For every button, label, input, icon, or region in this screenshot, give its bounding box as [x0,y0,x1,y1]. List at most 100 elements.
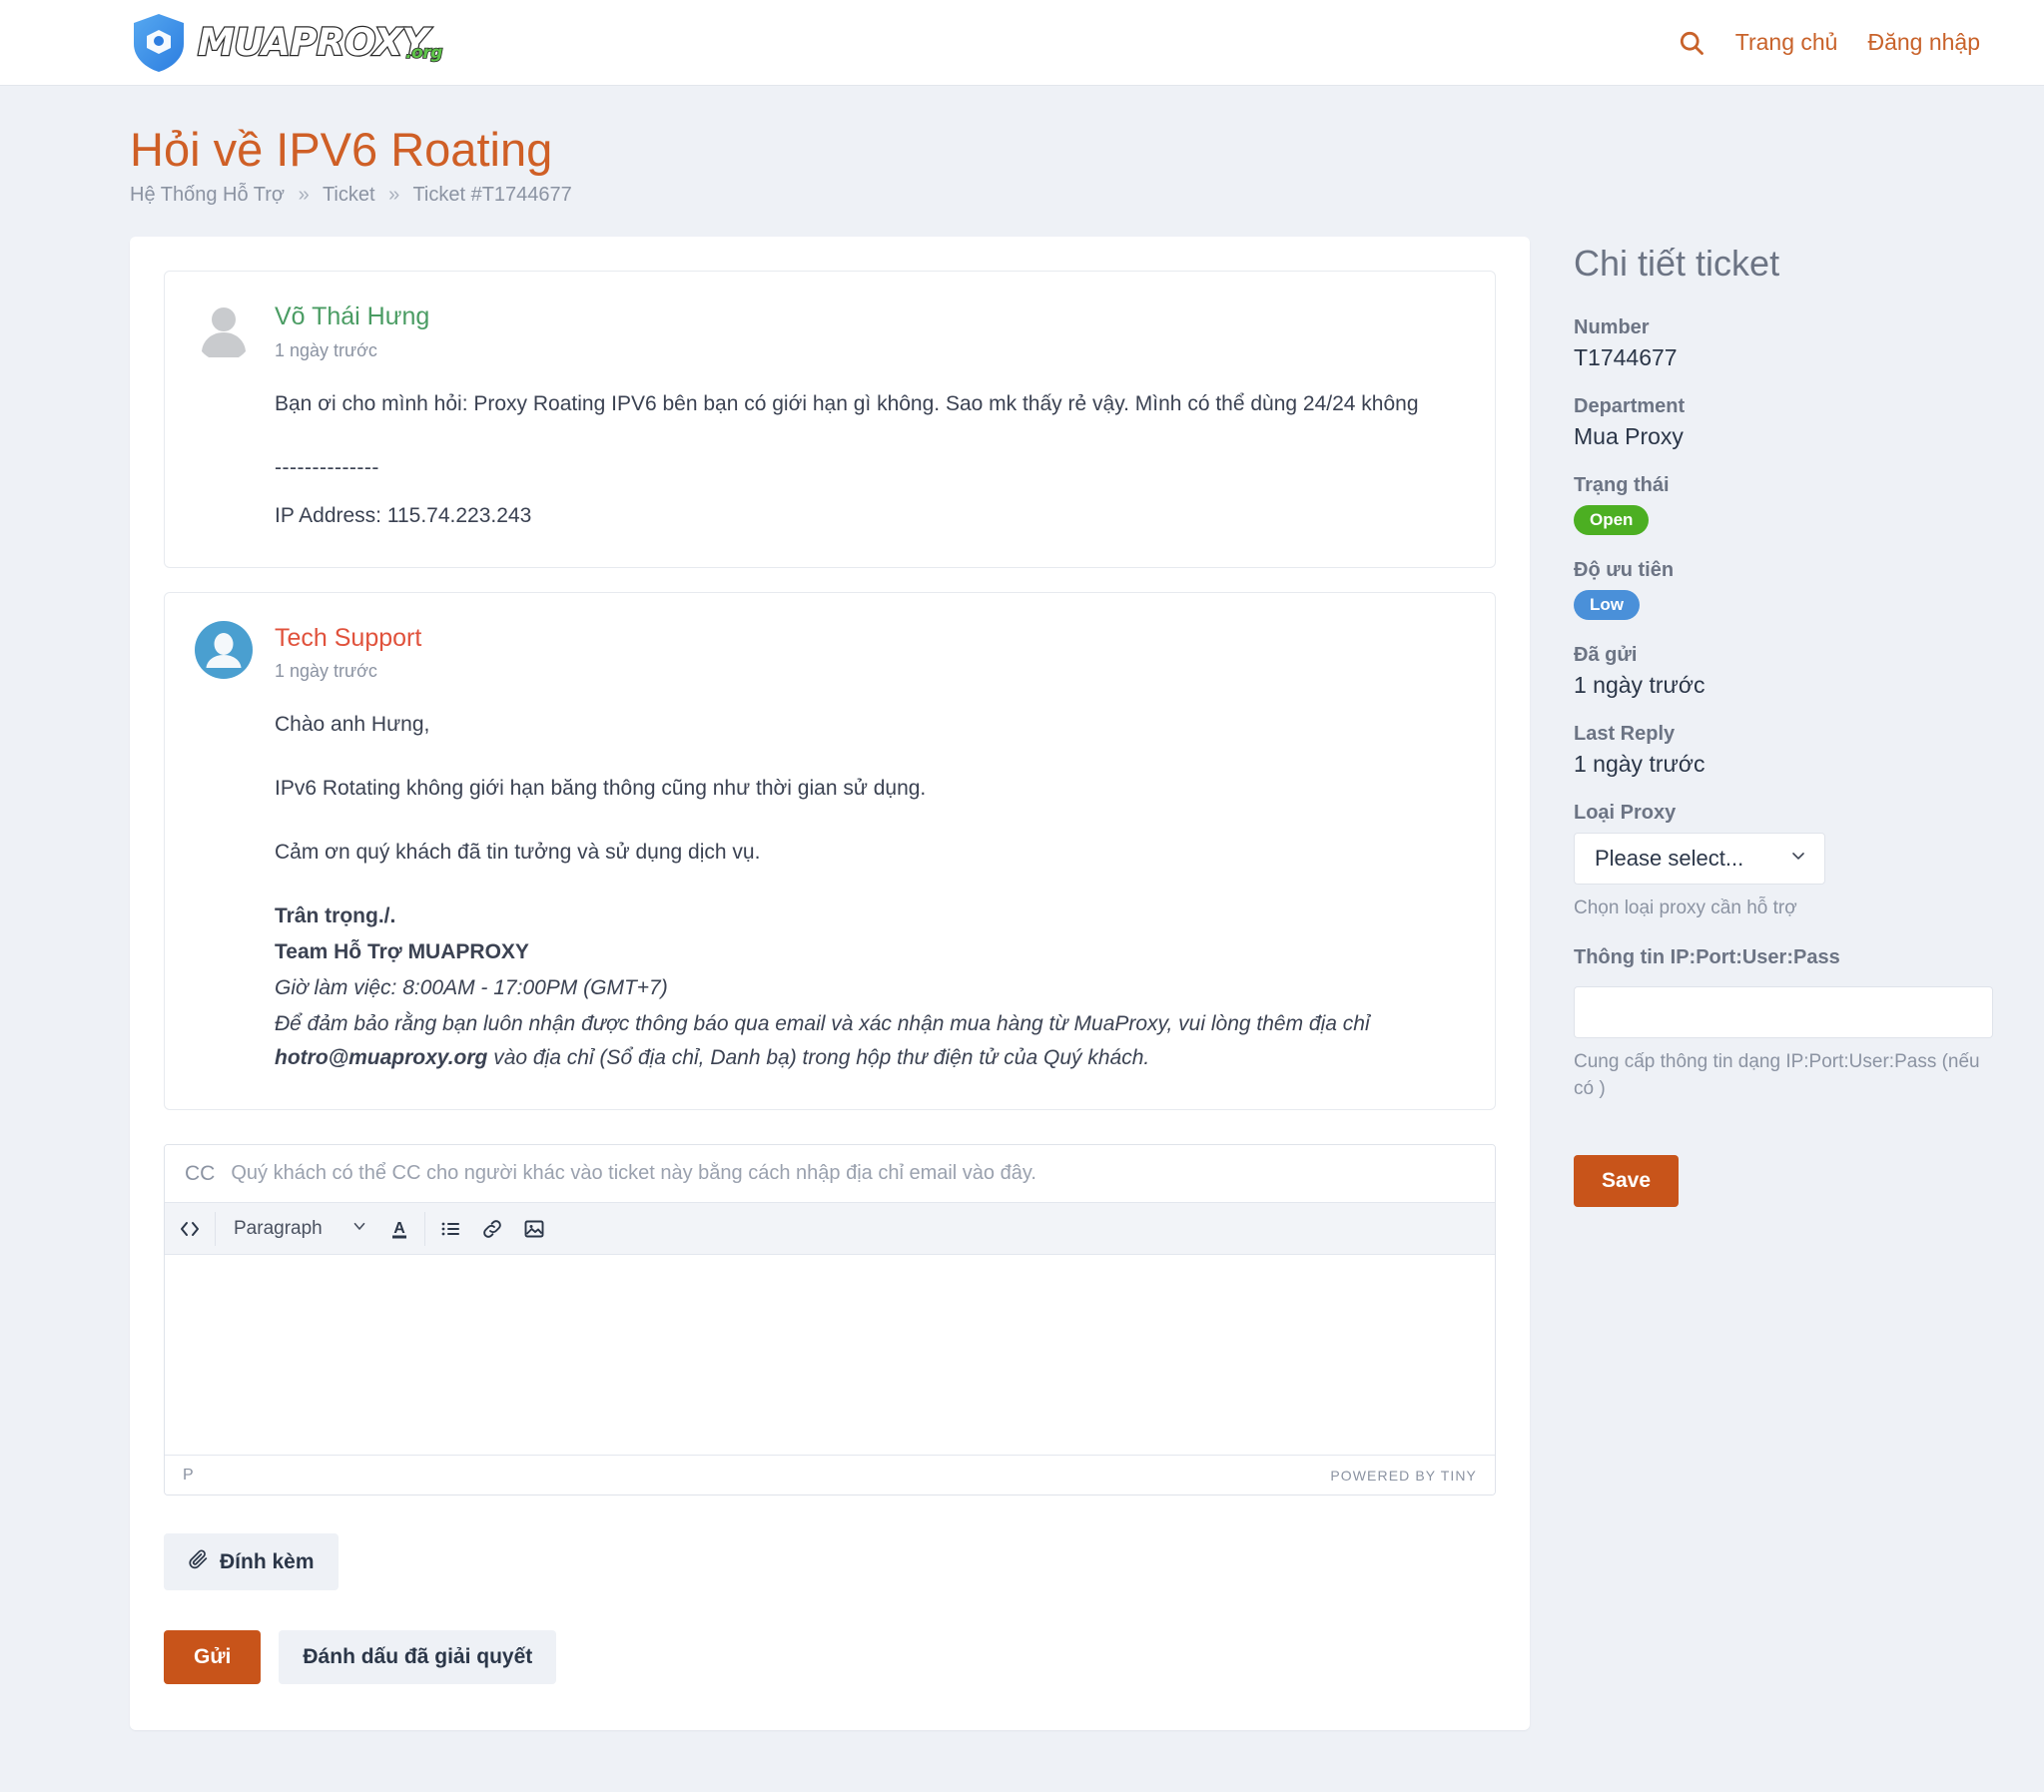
signature-hours: Giờ làm việc: 8:00AM - 17:00PM (GMT+7) [275,971,1465,1005]
signature-team-text: Team Hỗ Trợ MUAPROXY [275,940,529,963]
text-color-icon[interactable]: A [378,1209,420,1249]
breadcrumb-item-current: Ticket #T1744677 [412,184,572,207]
cc-input[interactable] [229,1161,1475,1187]
field-last-reply-value: 1 ngày trước [1574,751,1705,778]
bullet-list-icon[interactable] [429,1209,471,1249]
field-last-reply: Last Reply 1 ngày trước [1574,723,1993,778]
submit-reply-button[interactable]: Gửi [164,1630,262,1685]
attachment-row: Đính kèm [164,1533,1496,1591]
message-paragraph: Bạn ơi cho mình hỏi: Proxy Roating IPV6 … [275,391,1419,415]
breadcrumb-item-ticket[interactable]: Ticket [323,184,375,206]
header-nav: Trang chủ Đăng nhập [1678,29,2010,57]
ticket-message-agent: Tech Support 1 ngày trước Chào anh Hưng,… [164,591,1496,1111]
field-status-label: Trạng thái [1574,474,1670,497]
message-author[interactable]: Võ Thái Hưng [275,301,429,332]
user-avatar-icon [195,620,253,679]
proxy-type-selected-value: Please select... [1595,846,1744,872]
breadcrumb-item-support-system[interactable]: Hệ Thống Hỗ Trợ [130,184,285,206]
proxy-type-select[interactable]: Please select... [1574,833,1825,886]
status-badge: Open [1574,505,1650,536]
field-number-label: Number [1574,316,1650,339]
message-meta: Võ Thái Hưng 1 ngày trước [275,299,429,360]
page-title: Hỏi về IPV6 Roating [130,123,553,176]
field-priority-label: Độ ưu tiên [1574,559,1675,582]
reply-body-editor[interactable] [165,1255,1495,1456]
mark-resolved-button[interactable]: Đánh dấu đã giải quyết [279,1630,557,1685]
signature-regards: Trân trọng./. [275,899,1465,933]
field-department-value: Mua Proxy [1574,423,1684,450]
nav-link-home[interactable]: Trang chủ [1735,29,1838,56]
svg-text:A: A [393,1220,405,1237]
breadcrumb: Hệ Thống Hỗ Trợ » Ticket » Ticket #T1744… [130,184,2044,207]
cc-label: CC [185,1161,216,1185]
ticket-details-sidebar: Chi tiết ticket Number T1744677 Departme… [1574,237,1993,1208]
sidebar-title: Chi tiết ticket [1574,243,1780,285]
toolbar-group-source [169,1203,211,1254]
block-format-select[interactable]: Paragraph [220,1209,378,1249]
breadcrumb-separator: » [298,184,310,207]
message-body: Bạn ơi cho mình hỏi: Proxy Roating IPV6 … [195,387,1465,533]
field-proxy-type: Loại Proxy Please select... Chọn loại pr… [1574,802,1993,922]
field-submitted-label: Đã gửi [1574,644,1638,667]
content-layout: Võ Thái Hưng 1 ngày trước Bạn ơi cho mìn… [0,207,2044,1731]
user-avatar-icon [202,307,246,358]
toolbar-divider [423,1211,425,1246]
reply-editor: CC Paragraph [164,1144,1496,1496]
message-paragraph: Cảm ơn quý khách đã tin tưởng và sử dụng… [275,840,761,864]
save-button[interactable]: Save [1574,1155,1680,1208]
signature-note-part-b: vào địa chỉ (Sổ địa chỉ, Danh bạ) trong … [487,1046,1150,1070]
field-proxy-type-label: Loại Proxy [1574,802,1677,825]
page-titlebar: Hỏi về IPV6 Roating Hệ Thống Hỗ Trợ » Ti… [0,86,2044,207]
image-icon[interactable] [513,1209,555,1249]
action-row: Gửi Đánh dấu đã giải quyết [164,1630,1496,1685]
message-timestamp: 1 ngày trước [275,660,377,681]
field-department-label: Department [1574,395,1686,418]
field-ip-info-label: Thông tin IP:Port:User:Pass [1574,945,1840,968]
field-submitted: Đã gửi 1 ngày trước [1574,644,1993,699]
attach-button[interactable]: Đính kèm [164,1533,339,1591]
search-icon[interactable] [1678,29,1705,57]
page-wrapper: Hỏi về IPV6 Roating Hệ Thống Hỗ Trợ » Ti… [0,86,2044,1790]
ticket-message-customer: Võ Thái Hưng 1 ngày trước Bạn ơi cho mìn… [164,271,1496,568]
message-body: Chào anh Hưng, IPv6 Rotating không giới … [195,708,1465,1075]
message-ip-address: IP Address: 115.74.223.243 [275,503,532,527]
link-icon[interactable] [471,1209,513,1249]
block-format-label: Paragraph [234,1217,323,1239]
source-code-icon[interactable] [169,1209,211,1249]
signature-note-email[interactable]: hotro@muaproxy.org [275,1046,487,1069]
message-timestamp: 1 ngày trước [275,339,377,360]
message-meta: Tech Support 1 ngày trước [275,621,421,682]
field-number-value: T1744677 [1574,344,1678,371]
ip-info-input[interactable] [1574,985,1993,1038]
editor-element-path[interactable]: P [183,1467,194,1485]
shield-logo-icon [134,13,184,72]
toolbar-divider [215,1211,216,1246]
editor-statusbar: P POWERED BY TINY [165,1455,1495,1495]
editor-toolbar: Paragraph A [165,1203,1495,1256]
nav-link-login[interactable]: Đăng nhập [1867,29,1980,56]
breadcrumb-separator: » [388,184,400,207]
chevron-down-icon [1788,846,1808,872]
signature-note: Để đảm bảo rằng bạn luôn nhận được thông… [275,1007,1465,1075]
brand-tld: .org [404,42,443,63]
editor-powered-by[interactable]: POWERED BY TINY [1330,1468,1477,1484]
signature-team: Team Hỗ Trợ MUAPROXY [275,935,1465,969]
ticket-thread-card: Võ Thái Hưng 1 ngày trước Bạn ơi cho mìn… [130,237,1530,1731]
message-greeting: Chào anh Hưng, [275,712,430,736]
brand-logo[interactable]: MUAPROXY .org [130,12,443,74]
field-priority: Độ ưu tiên Low [1574,559,1993,621]
field-department: Department Mua Proxy [1574,395,1993,450]
attach-button-label: Đính kèm [220,1549,315,1573]
signature-hours-text: Giờ làm việc: 8:00AM - 17:00PM (GMT+7) [275,976,668,1000]
message-author[interactable]: Tech Support [275,623,421,654]
signature-note-part-a: Để đảm bảo rằng bạn luôn nhận được thông… [275,1012,1370,1036]
paperclip-icon [188,1548,209,1575]
field-last-reply-label: Last Reply [1574,723,1676,746]
toolbar-group-format: Paragraph A [220,1203,420,1254]
message-header: Tech Support 1 ngày trước [195,620,1465,682]
proxy-type-help-text: Chọn loại proxy cần hỗ trợ [1574,897,1797,919]
site-header: MUAPROXY .org Trang chủ Đăng nhập [0,0,2044,86]
chevron-down-icon [350,1217,368,1241]
field-ip-info: Thông tin IP:Port:User:Pass Cung cấp thô… [1574,946,1993,1103]
brand-wordmark: MUAPROXY [197,21,430,64]
